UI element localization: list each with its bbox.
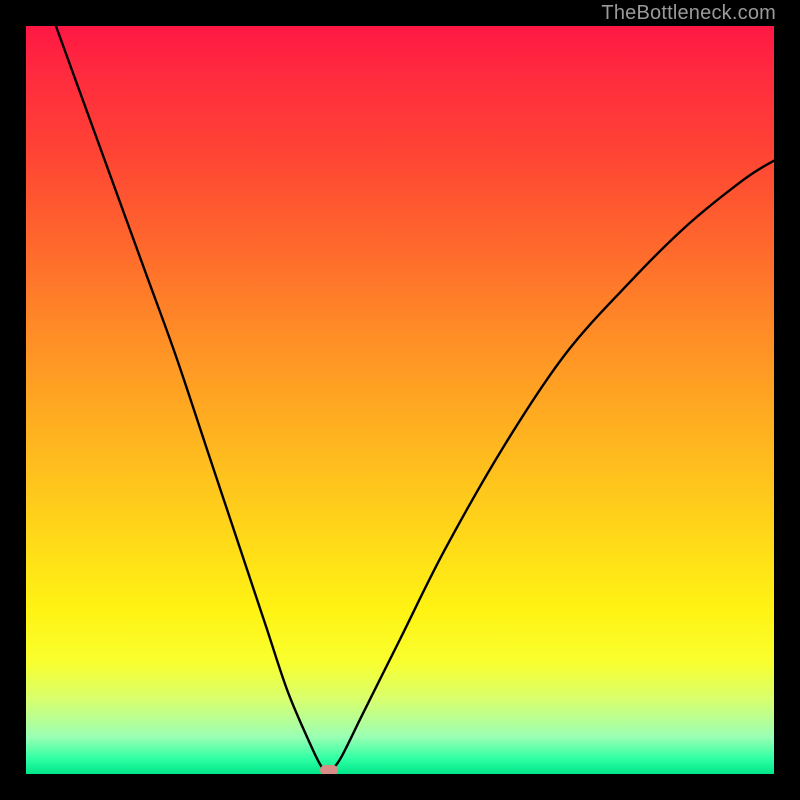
plot-area xyxy=(26,26,774,774)
watermark-text: TheBottleneck.com xyxy=(601,2,776,25)
minimum-marker xyxy=(320,765,338,774)
chart-frame: TheBottleneck.com xyxy=(0,0,800,800)
bottleneck-curve xyxy=(26,26,774,774)
